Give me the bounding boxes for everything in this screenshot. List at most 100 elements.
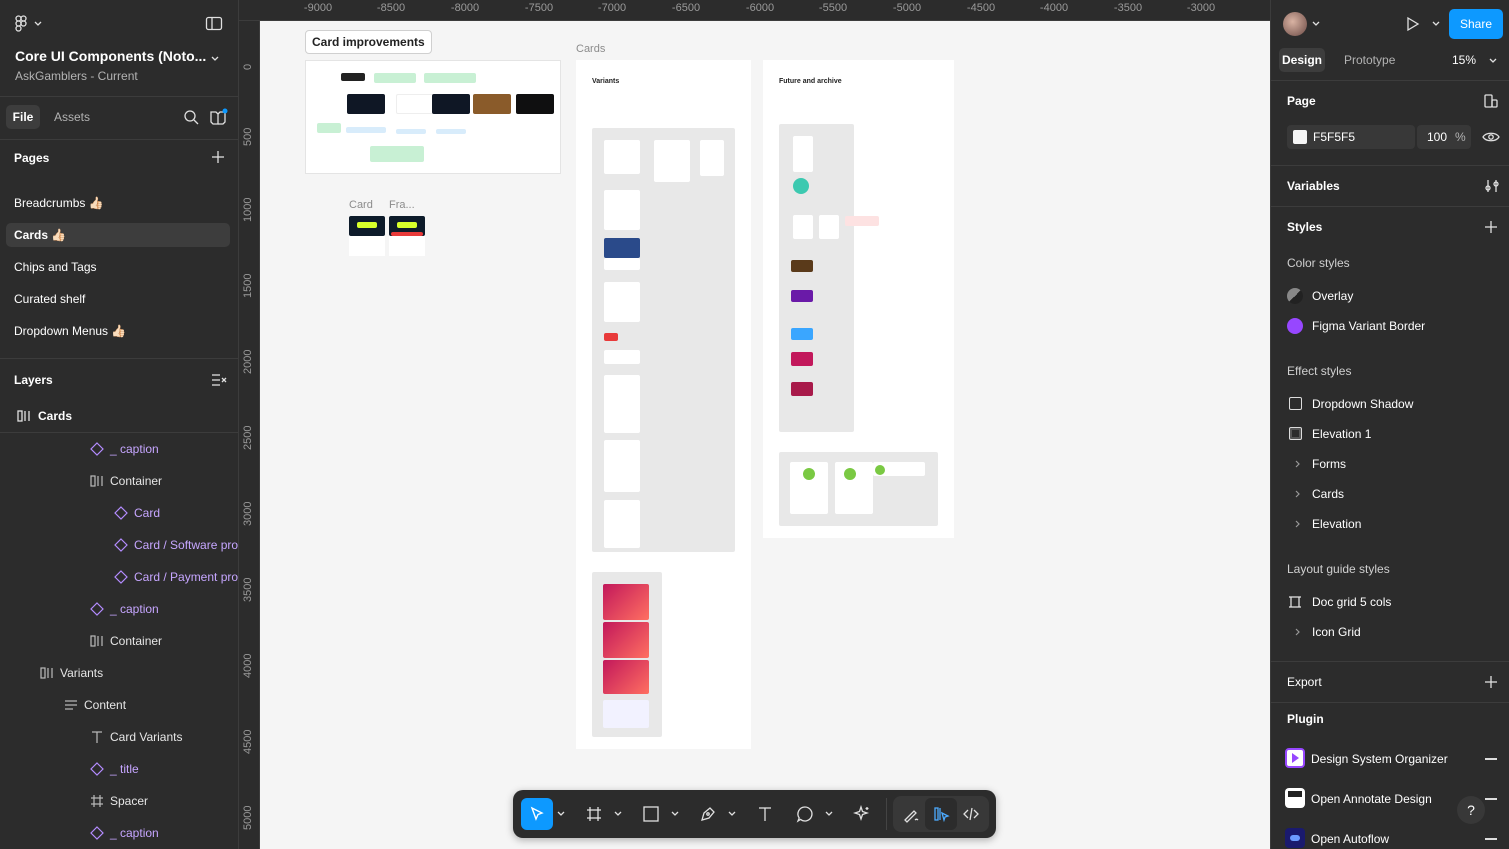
zoom-level[interactable]: 15% bbox=[1452, 53, 1476, 67]
variables-settings-icon[interactable] bbox=[1484, 178, 1500, 194]
layer-row[interactable]: Card / Software pro bbox=[0, 529, 238, 561]
vertical-ruler: 0 500 1000 1500 2000 2500 3000 3500 4000 4500 5000 bbox=[239, 21, 260, 849]
layer-row[interactable]: _ caption bbox=[0, 817, 238, 849]
collapse-layers-icon[interactable] bbox=[211, 373, 227, 390]
dev-mode-button[interactable] bbox=[955, 798, 987, 830]
effect-style-elevation-1[interactable]: Elevation 1 bbox=[1271, 419, 1509, 449]
page-item[interactable]: Breadcrumbs 👍🏻 bbox=[14, 196, 104, 210]
pen-tool-button[interactable] bbox=[692, 798, 724, 830]
tab-design[interactable]: Design bbox=[1279, 48, 1325, 72]
page-settings-icon[interactable] bbox=[1483, 93, 1499, 109]
layer-row[interactable]: Variants bbox=[0, 657, 238, 689]
frame-label-card[interactable]: Card bbox=[349, 199, 373, 211]
color-style-variant-border[interactable]: Figma Variant Border bbox=[1271, 311, 1509, 341]
layer-row[interactable]: Card / Payment prov bbox=[0, 561, 238, 593]
add-page-icon[interactable] bbox=[211, 150, 225, 167]
chevron-down-icon[interactable] bbox=[1489, 57, 1497, 65]
avatar[interactable] bbox=[1283, 12, 1307, 36]
add-style-icon[interactable] bbox=[1484, 220, 1498, 234]
page-item[interactable]: Dropdown Menus 👍🏻 bbox=[14, 324, 126, 338]
effect-style-group[interactable]: Elevation bbox=[1271, 509, 1509, 539]
file-menu-chevron-icon[interactable] bbox=[210, 52, 220, 66]
color-style-overlay[interactable]: Overlay bbox=[1271, 281, 1509, 311]
chevron-down-icon[interactable] bbox=[1312, 20, 1320, 28]
design-canvas[interactable]: -9000 -8500 -8000 -7500 -7000 -6500 -6000 -5500… bbox=[239, 0, 1270, 849]
remove-plugin-icon[interactable] bbox=[1485, 838, 1497, 840]
layout-guide-group[interactable]: Icon Grid bbox=[1271, 617, 1509, 647]
frame-tool-button[interactable] bbox=[578, 798, 610, 830]
ai-tool-button[interactable] bbox=[846, 798, 878, 830]
page-item[interactable]: Cards 👍🏻 bbox=[14, 228, 66, 242]
plugin-item[interactable]: Design System Organizer bbox=[1271, 744, 1509, 774]
add-export-icon[interactable] bbox=[1484, 675, 1498, 689]
plugin-item[interactable]: Open Autoflow bbox=[1271, 824, 1509, 849]
tab-assets[interactable]: Assets bbox=[54, 110, 90, 124]
effect-style-label: Elevation 1 bbox=[1312, 427, 1372, 441]
card-thumbnail[interactable] bbox=[389, 216, 425, 256]
cursor-icon bbox=[530, 806, 544, 821]
page-color-value[interactable]: F5F5F5 bbox=[1313, 130, 1355, 144]
page-color-field[interactable]: F5F5F5 bbox=[1287, 125, 1415, 149]
variants-frame[interactable]: Variants bbox=[576, 60, 751, 749]
section-label-cards[interactable]: Cards bbox=[576, 43, 605, 55]
chevron-down-icon[interactable] bbox=[614, 810, 622, 818]
variables-header[interactable]: Variables bbox=[1287, 179, 1340, 193]
tab-file[interactable]: File bbox=[6, 105, 40, 129]
section-label-card-improvements[interactable]: Card improvements bbox=[305, 30, 432, 54]
layer-label: _ caption bbox=[110, 826, 159, 840]
effect-style-group[interactable]: Cards bbox=[1271, 479, 1509, 509]
ruler-tick-label: 3500 bbox=[242, 577, 254, 602]
frame-label-frame[interactable]: Fra... bbox=[389, 199, 415, 211]
layer-row[interactable]: Container bbox=[0, 625, 238, 657]
layer-row[interactable]: _ caption bbox=[0, 433, 238, 465]
tab-prototype[interactable]: Prototype bbox=[1344, 53, 1395, 67]
layer-row[interactable]: Spacer bbox=[0, 785, 238, 817]
card-improvements-frame[interactable] bbox=[305, 60, 561, 174]
library-icon[interactable] bbox=[209, 108, 229, 129]
file-name[interactable]: Core UI Components (Noto... bbox=[15, 48, 206, 64]
layer-row[interactable]: _ caption bbox=[0, 593, 238, 625]
color-styles-header: Color styles bbox=[1287, 256, 1350, 270]
layer-label: _ title bbox=[110, 762, 139, 776]
text-tool-button[interactable] bbox=[749, 798, 781, 830]
card-thumbnail[interactable] bbox=[349, 216, 385, 256]
layer-row[interactable]: Card Variants bbox=[0, 721, 238, 753]
design-mode-button[interactable] bbox=[925, 798, 957, 830]
layout-guide-doc-grid[interactable]: Doc grid 5 cols bbox=[1271, 587, 1509, 617]
page-opacity-value[interactable]: 100 bbox=[1427, 130, 1447, 144]
share-button[interactable]: Share bbox=[1449, 9, 1503, 39]
layer-row[interactable]: Content bbox=[0, 689, 238, 721]
play-icon[interactable] bbox=[1403, 15, 1421, 33]
chevron-down-icon[interactable] bbox=[1432, 20, 1440, 28]
chevron-down-icon[interactable] bbox=[671, 810, 679, 818]
layer-label: Spacer bbox=[110, 794, 149, 808]
remove-plugin-icon[interactable] bbox=[1485, 798, 1497, 800]
color-swatch[interactable] bbox=[1293, 130, 1307, 144]
draw-mode-button[interactable] bbox=[895, 798, 927, 830]
page-opacity-field[interactable]: 100 % bbox=[1417, 125, 1471, 149]
effect-style-dropdown-shadow[interactable]: Dropdown Shadow bbox=[1271, 389, 1509, 419]
layer-row[interactable]: Container bbox=[0, 465, 238, 497]
page-item[interactable]: Chips and Tags bbox=[14, 260, 97, 274]
search-icon[interactable] bbox=[183, 109, 199, 128]
pages-header: Pages bbox=[14, 151, 50, 165]
chevron-down-icon[interactable] bbox=[825, 810, 833, 818]
comment-tool-button[interactable] bbox=[789, 798, 821, 830]
layer-row[interactable]: Card bbox=[0, 497, 238, 529]
remove-plugin-icon[interactable] bbox=[1485, 758, 1497, 760]
help-button[interactable]: ? bbox=[1457, 796, 1485, 824]
layers-root-label[interactable]: Cards bbox=[38, 409, 72, 423]
layer-row[interactable]: _ title bbox=[0, 753, 238, 785]
shape-tool-button[interactable] bbox=[635, 798, 667, 830]
project-name[interactable]: AskGamblers - Current bbox=[15, 69, 138, 83]
effect-group-label: Cards bbox=[1312, 487, 1345, 501]
page-item[interactable]: Curated shelf bbox=[14, 292, 85, 306]
move-tool-button[interactable] bbox=[521, 798, 553, 830]
eye-icon[interactable] bbox=[1482, 129, 1500, 145]
chevron-down-icon[interactable] bbox=[728, 810, 736, 818]
effect-style-group[interactable]: Forms bbox=[1271, 449, 1509, 479]
chevron-down-icon[interactable] bbox=[557, 810, 565, 818]
future-archive-frame[interactable]: Future and archive bbox=[763, 60, 954, 538]
main-menu-button[interactable] bbox=[14, 14, 44, 34]
toggle-sidebar-icon[interactable] bbox=[205, 16, 223, 32]
